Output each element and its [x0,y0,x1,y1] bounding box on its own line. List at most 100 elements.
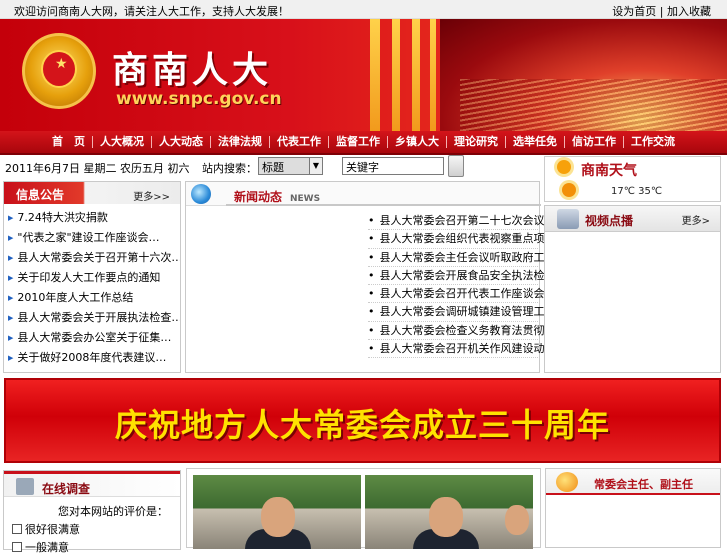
bullet-icon: ▶ [8,214,14,222]
bullet-icon: ▶ [8,234,14,242]
news-list: • 县人大常委会召开第二十七次会议… • 县人大常委会组织代表视察重点项… • 县人大… [368,212,556,359]
bullet-icon: • [368,342,375,356]
notice-title: 信息公告 [16,188,65,202]
search-scope-select[interactable]: 标题 ▼ [258,157,323,175]
news-item[interactable]: • 县人大常委会检查义务教育法贯彻… [368,322,556,341]
weather-title: 商南天气 [581,163,637,179]
bullet-icon: • [368,268,375,282]
balloon-icon [556,472,578,492]
news-item[interactable]: • 县人大常委会开展食品安全执法检… [368,267,556,286]
survey-header: 在线调查 [4,471,180,497]
bullet-icon: • [368,323,375,337]
notice-header: 信息公告 更多>> [4,182,180,204]
chevron-down-icon: ▼ [309,158,322,174]
news-photo[interactable] [193,475,361,549]
survey-question: 您对本网站的评价是： [58,505,168,518]
bullet-icon: ▶ [8,334,14,342]
welcome-marquee: 欢迎访问商南人大网，请关注人大工作，支持人大发展！ [14,5,289,18]
video-more-link[interactable]: 更多> [682,212,710,227]
video-panel: 视频点播 更多> [544,205,721,373]
weather-widget: 商南天气 17℃ 35℃ [544,156,721,202]
list-item[interactable]: ▶ 关于做好2008年度代表建议… [8,348,180,368]
list-item[interactable]: ▶ "代表之家"建设工作座谈会… [8,228,180,248]
national-emblem-icon: ★ [22,33,96,109]
news-panel: 新闻动态 NEWS • 县人大常委会召开第二十七次会议… • 县人大常委会组织代表视… [185,181,556,373]
site-title: 商南人大 [112,49,273,91]
sun-icon [557,160,571,174]
survey-icon [16,478,34,495]
bullet-icon: ▶ [8,354,14,362]
nav-item-theory[interactable]: 理论研究 [446,136,505,148]
survey-panel: 在线调查 您对本网站的评价是： 很好很满意 一般满意 [3,470,181,554]
survey-option[interactable]: 很好很满意 [12,521,80,537]
globe-icon [191,184,211,204]
nav-item-deputies[interactable]: 代表工作 [269,136,328,148]
leaders-panel: 常委会主任、副主任 [545,468,721,548]
news-subtitle: NEWS [290,194,321,204]
notice-panel: 信息公告 更多>> ▶ 7.24特大洪灾捐款 ▶ "代表之家"建设工作座谈会… ▶ 县… [3,181,181,373]
news-item[interactable]: • 县人大常委会召开第二十七次会议… [368,212,556,231]
top-bar: 欢迎访问商南人大网，请关注人大工作，支持人大发展！ 设为首页 | 加入收藏 [0,0,727,19]
nav-item-home[interactable]: 首 页 [45,136,92,148]
survey-option[interactable]: 一般满意 [12,539,69,555]
bullet-icon: ▶ [8,274,14,282]
nav-item-news[interactable]: 人大动态 [151,136,210,148]
leaders-header: 常委会主任、副主任 [546,469,720,495]
list-item[interactable]: ▶ 县人大常委会办公室关于征集… [8,328,180,348]
bullet-icon: ▶ [8,314,14,322]
survey-title: 在线调查 [42,482,91,496]
bullet-icon: • [368,250,375,264]
nav-item-overview[interactable]: 人大概况 [92,136,151,148]
site-url: www.snpc.gov.cn [116,89,282,109]
weather-temperature: 17℃ 35℃ [611,186,663,197]
nav-item-laws[interactable]: 法律法规 [210,136,269,148]
list-item[interactable]: ▶ 县人大常委会关于开展执法检查… [8,308,180,328]
notice-more-link[interactable]: 更多>> [133,188,170,203]
list-item[interactable]: ▶ 2010年度人大工作总结 [8,288,180,308]
current-date: 2011年6月7日 星期二 农历五月 初六 [5,162,190,175]
news-item[interactable]: • 县人大常委会组织代表视察重点项… [368,230,556,249]
search-button[interactable] [448,155,464,177]
news-title: 新闻动态 [234,190,283,204]
set-homepage-link[interactable]: 设为首页 [612,5,656,18]
photo-news-panel [186,468,541,549]
checkbox[interactable] [12,524,22,534]
nav-item-exchange[interactable]: 工作交流 [623,136,682,148]
nav-item-townships[interactable]: 乡镇人大 [387,136,446,148]
news-photo[interactable] [365,475,533,549]
list-item[interactable]: ▶ 关于印发人大工作要点的通知 [8,268,180,288]
checkbox[interactable] [12,542,22,552]
list-item[interactable]: ▶ 县人大常委会关于召开第十六次… [8,248,180,268]
list-item[interactable]: ▶ 7.24特大洪灾捐款 [8,208,180,228]
video-header: 视频点播 更多> [545,206,720,232]
news-item[interactable]: • 县人大常委会召开代表工作座谈会… [368,285,556,304]
nav-item-petitions[interactable]: 信访工作 [564,136,623,148]
nav-item-elections[interactable]: 选举任免 [505,136,564,148]
anniversary-banner[interactable]: 庆祝地方人大常委会成立三十周年 [4,378,721,463]
news-item[interactable]: • 县人大常委会调研城镇建设管理工… [368,303,556,322]
video-camera-icon [557,209,579,229]
news-item[interactable]: • 县人大常委会召开机关作风建设动… [368,340,556,359]
add-favorite-link[interactable]: 加入收藏 [667,5,711,18]
anniversary-banner-text: 庆祝地方人大常委会成立三十周年 [114,406,610,444]
main-nav: 首 页 人大概况 人大动态 法律法规 代表工作 监督工作 乡镇人大 理论研究 选… [0,131,727,155]
notice-list: ▶ 7.24特大洪灾捐款 ▶ "代表之家"建设工作座谈会… ▶ 县人大常委会关于召开第… [4,204,180,368]
nav-item-supervision[interactable]: 监督工作 [328,136,387,148]
top-links: 设为首页 | 加入收藏 [612,5,711,18]
leaders-title: 常委会主任、副主任 [594,478,693,491]
search-scope-value: 标题 [262,161,284,174]
sun-icon [562,183,576,197]
assembly-hall-image [440,19,727,131]
news-item[interactable]: • 县人大常委会主任会议听取政府工… [368,249,556,267]
bullet-icon: • [368,287,375,301]
bullet-icon: • [368,214,375,227]
bullet-icon: • [368,305,375,319]
bullet-icon: ▶ [8,254,14,262]
header-banner: ★ 商南人大 www.snpc.gov.cn [0,19,727,131]
search-label: 站内搜索： [202,162,257,175]
bullet-icon: ▶ [8,294,14,302]
news-header: 新闻动态 NEWS [186,182,541,206]
bullet-icon: • [368,232,375,246]
search-input[interactable]: 关键字 [342,157,444,175]
video-title: 视频点播 [585,214,634,228]
